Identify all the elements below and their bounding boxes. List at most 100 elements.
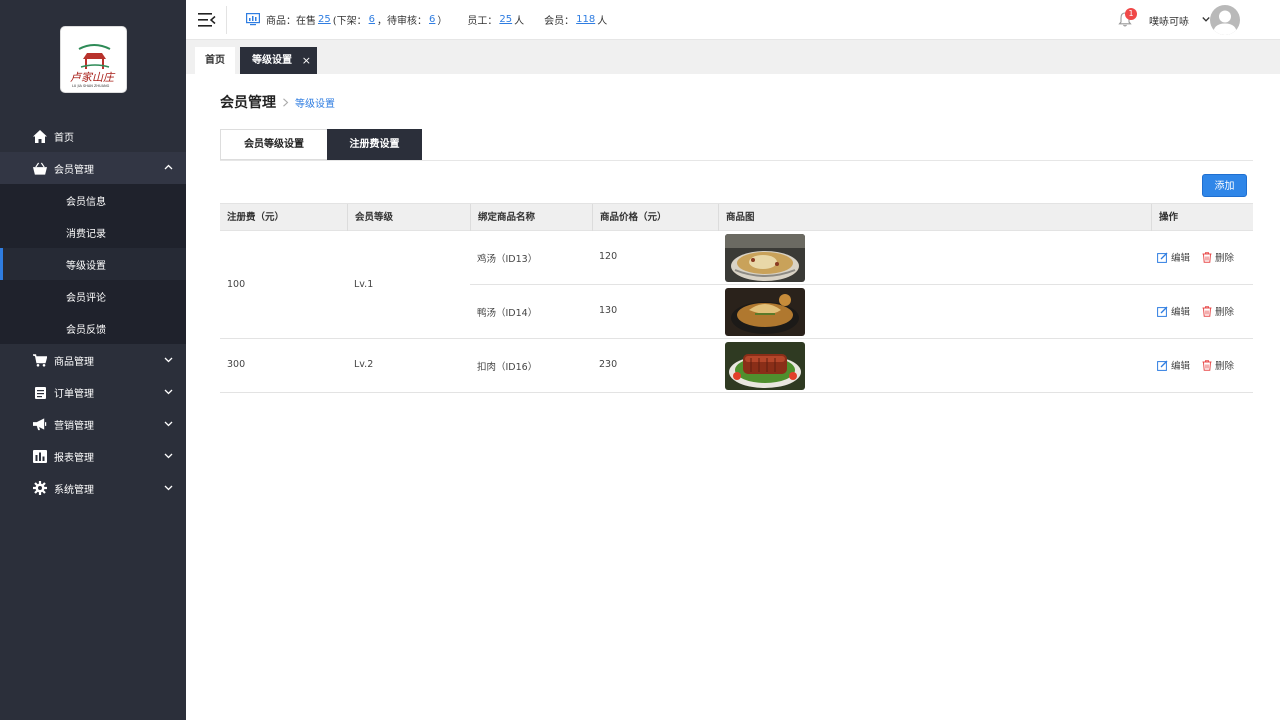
- home-icon: [33, 129, 47, 143]
- pending-count[interactable]: 6: [429, 14, 435, 25]
- edit-button[interactable]: 编辑: [1157, 304, 1190, 318]
- edit-button[interactable]: 编辑: [1157, 358, 1190, 372]
- staff-unit: 人: [514, 15, 525, 27]
- goods-image-braised-pork[interactable]: [725, 342, 805, 390]
- delete-button[interactable]: 删除: [1202, 250, 1234, 264]
- goods-image-duck-soup[interactable]: [725, 288, 805, 336]
- chevron-down-icon[interactable]: [1202, 16, 1210, 23]
- delete-label: 删除: [1215, 361, 1235, 372]
- column-header: 会员等级: [347, 204, 470, 231]
- settings-segment: 会员等级设置 注册费设置: [220, 129, 422, 160]
- sidebar-nav: 首页 会员管理 会员信息 消费记录 等级设置 会员评论 会员反馈 商品管理 订单…: [0, 120, 186, 504]
- delete-button[interactable]: 删除: [1202, 304, 1234, 318]
- tab-registration-fee-settings[interactable]: 注册费设置: [327, 129, 422, 160]
- breadcrumb: 会员管理 等级设置: [220, 92, 335, 112]
- chevron-down-icon: [164, 485, 173, 491]
- chevron-down-icon: [164, 421, 173, 427]
- delete-label: 删除: [1215, 307, 1235, 318]
- cart-icon: [33, 353, 47, 367]
- trash-icon: [1202, 359, 1212, 371]
- sidebar-item-label: 营销管理: [54, 420, 94, 432]
- stats-summary: 商品：在售 25 (下架： 6 ，待审核： 6 ） 员工： 25 人 会员： 1…: [246, 0, 607, 38]
- staff-count[interactable]: 25: [499, 14, 512, 25]
- edit-icon: [1157, 306, 1168, 317]
- off-label: (下架：: [332, 15, 367, 27]
- column-header: 操作: [1151, 204, 1253, 231]
- goods-name-cell: 鸡汤（ID13）: [477, 254, 538, 265]
- svg-text:卢家山庄: 卢家山庄: [70, 71, 116, 84]
- svg-text:LU JIA SHAN ZHUANG: LU JIA SHAN ZHUANG: [72, 84, 110, 88]
- member-unit: 人: [597, 15, 608, 27]
- delete-label: 删除: [1215, 253, 1235, 264]
- gear-icon: [33, 481, 47, 495]
- edit-label: 编辑: [1171, 361, 1191, 372]
- chevron-down-icon: [164, 357, 173, 363]
- level-cell: Lv.1: [354, 279, 374, 290]
- monitor-chart-icon: [246, 12, 260, 25]
- row-actions: 编辑 删除: [1157, 304, 1246, 318]
- notification-badge: 1: [1125, 8, 1137, 20]
- column-header: 商品图: [718, 204, 1151, 231]
- chevron-down-icon: [164, 453, 173, 459]
- member-count[interactable]: 118: [576, 14, 595, 25]
- sidebar-item-marketing[interactable]: 营销管理: [0, 408, 186, 440]
- sidebar-subitem-level-settings[interactable]: 等级设置: [0, 248, 186, 280]
- sidebar-item-home[interactable]: 首页: [0, 120, 186, 152]
- sidebar-item-label: 商品管理: [54, 356, 94, 368]
- table-row: [470, 339, 1253, 393]
- column-header: 绑定商品名称: [470, 204, 592, 231]
- tab-level-settings[interactable]: 等级设置 ×: [240, 47, 317, 74]
- sidebar-item-orders[interactable]: 订单管理: [0, 376, 186, 408]
- staff-label: 员工：: [467, 15, 498, 27]
- sidebar-item-reports[interactable]: 报表管理: [0, 440, 186, 472]
- goods-label: 商品：在售: [266, 15, 316, 27]
- off-shelf-count[interactable]: 6: [369, 14, 375, 25]
- edit-icon: [1157, 252, 1168, 263]
- sidebar-subitem-member-info[interactable]: 会员信息: [0, 184, 186, 216]
- topbar-divider: [226, 6, 227, 34]
- on-sale-count[interactable]: 25: [318, 14, 331, 25]
- sidebar-subitem-label: 消费记录: [66, 228, 106, 240]
- table-row: [470, 285, 1253, 339]
- table-header: 注册费（元） 会员等级 绑定商品名称 商品价格（元） 商品图 操作: [220, 203, 1253, 231]
- page-title[interactable]: 会员管理: [220, 92, 276, 112]
- logo-icon: 卢家山庄 LU JIA SHAN ZHUANG: [70, 44, 116, 88]
- sidebar-item-label: 首页: [54, 132, 74, 144]
- chevron-right-icon: [283, 97, 289, 107]
- fee-cell: 100: [227, 279, 246, 290]
- pending-label: ，待审核：: [377, 15, 428, 27]
- logo: 卢家山庄 LU JIA SHAN ZHUANG: [60, 26, 127, 93]
- delete-button[interactable]: 删除: [1202, 358, 1234, 372]
- tab-home[interactable]: 首页: [195, 47, 235, 74]
- sidebar-subitem-member-feedback[interactable]: 会员反馈: [0, 312, 186, 344]
- price-cell: 230: [599, 359, 618, 370]
- table-row-group: 100 Lv.1 鸡汤（ID13） 120 编辑 删除 鸭汤（ID14） 130…: [220, 231, 1253, 339]
- topbar: 商品：在售 25 (下架： 6 ，待审核： 6 ） 员工： 25 人 会员： 1…: [186, 0, 1280, 40]
- basket-icon: [33, 161, 47, 175]
- column-header: 注册费（元）: [227, 212, 285, 223]
- tab-member-level-settings[interactable]: 会员等级设置: [220, 129, 327, 160]
- trash-icon: [1202, 305, 1212, 317]
- sidebar-subitem-member-comments[interactable]: 会员评论: [0, 280, 186, 312]
- member-label: 会员：: [544, 15, 575, 27]
- table-row-group: 300 Lv.2 扣肉（ID16） 230 编辑 删除: [220, 339, 1253, 393]
- menu-toggle-icon[interactable]: [198, 12, 216, 28]
- sidebar-item-goods[interactable]: 商品管理: [0, 344, 186, 376]
- sidebar-item-member[interactable]: 会员管理: [0, 152, 186, 184]
- sidebar-subitem-consumption[interactable]: 消费记录: [0, 216, 186, 248]
- row-actions: 编辑 删除: [1157, 358, 1246, 372]
- megaphone-icon: [33, 417, 47, 431]
- add-button[interactable]: 添加: [1202, 174, 1247, 197]
- sidebar-item-system[interactable]: 系统管理: [0, 472, 186, 504]
- close-icon[interactable]: ×: [302, 47, 311, 74]
- avatar[interactable]: [1210, 5, 1240, 35]
- row-actions: 编辑 删除: [1157, 250, 1246, 264]
- sidebar-subitem-label: 等级设置: [66, 260, 106, 272]
- page-tabs: 首页 等级设置 ×: [186, 40, 1280, 74]
- fee-cell: 300: [227, 359, 246, 370]
- user-name[interactable]: 噗哧可哧: [1149, 13, 1189, 28]
- edit-button[interactable]: 编辑: [1157, 250, 1190, 264]
- chevron-down-icon: [164, 389, 173, 395]
- edit-icon: [1157, 360, 1168, 371]
- goods-image-chicken-soup[interactable]: [725, 234, 805, 282]
